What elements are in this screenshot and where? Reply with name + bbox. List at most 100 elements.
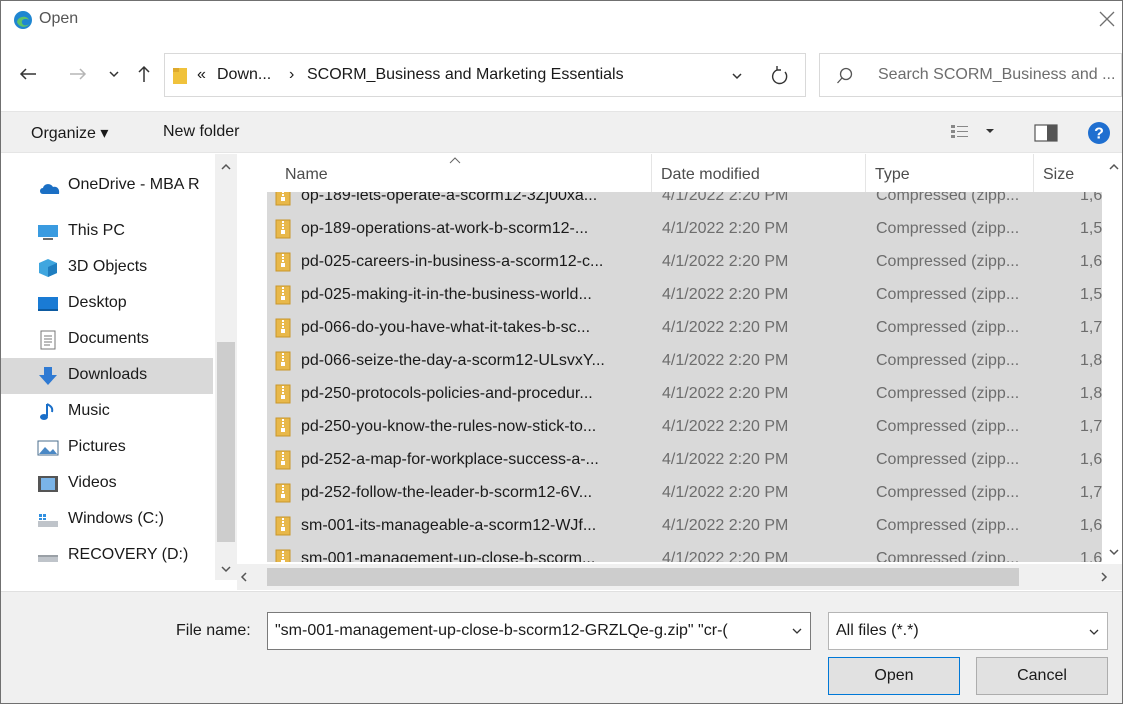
file-row[interactable]: op-189-operations-at-work-b-scorm12-... 4… (267, 213, 1102, 246)
cloud-icon (40, 184, 60, 194)
file-name: pd-066-seize-the-day-a-scorm12-ULsvxY... (301, 352, 605, 369)
file-date: 4/1/2022 2:20 PM (662, 385, 789, 402)
column-header-type[interactable]: Type (875, 166, 910, 184)
column-header-name[interactable]: Name (285, 166, 328, 184)
column-divider[interactable] (1033, 154, 1034, 192)
new-folder-button[interactable]: New folder (163, 123, 239, 141)
breadcrumb-overflow[interactable]: « (197, 66, 206, 84)
nav-item-label: Downloads (68, 366, 148, 383)
file-row[interactable]: pd-025-careers-in-business-a-scorm12-c..… (267, 246, 1102, 279)
scroll-up-icon[interactable] (1108, 162, 1120, 172)
scroll-right-icon[interactable] (1099, 571, 1109, 583)
nav-scrollbar[interactable] (215, 154, 237, 580)
nav-item-music[interactable]: Music (1, 394, 213, 430)
nav-item-label: Videos (68, 474, 117, 491)
search-placeholder: Search SCORM_Business and ... (878, 66, 1116, 83)
file-date: 4/1/2022 2:20 PM (662, 484, 789, 501)
nav-item-windows-c[interactable]: Windows (C:) (1, 502, 213, 538)
nav-item-this-pc[interactable]: This PC (1, 214, 213, 250)
file-size: 1,7 (1080, 418, 1102, 435)
nav-item-label: 3D Objects (68, 258, 148, 275)
scroll-down-icon[interactable] (220, 564, 232, 574)
view-options-icon[interactable] (950, 123, 970, 141)
address-dropdown-button[interactable] (725, 66, 749, 86)
column-divider[interactable] (651, 154, 652, 192)
command-bar: Organize ▾ New folder ? (1, 111, 1122, 153)
file-size: 1,6 (1080, 517, 1102, 534)
arrow-left-icon (19, 68, 36, 80)
help-icon[interactable]: ? (1087, 121, 1111, 145)
up-button[interactable] (131, 59, 157, 89)
close-icon[interactable] (1095, 7, 1119, 31)
file-name-input[interactable]: "sm-001-management-up-close-b-scorm12-GR… (267, 612, 811, 650)
scroll-up-icon[interactable] (220, 162, 232, 172)
file-row[interactable]: sm-001-management-up-close-b-scorm... 4/1… (267, 543, 1102, 562)
file-row[interactable]: pd-250-you-know-the-rules-now-stick-to..… (267, 411, 1102, 444)
zip-folder-icon (275, 285, 291, 305)
nav-item-3d-objects[interactable]: 3D Objects (1, 250, 213, 286)
file-name-value: "sm-001-management-up-close-b-scorm12-GR… (275, 622, 728, 639)
nav-item-documents[interactable]: Documents (1, 322, 213, 358)
search-input[interactable]: Search SCORM_Business and ... (819, 53, 1122, 97)
file-type: Compressed (zipp... (876, 319, 1020, 336)
file-row[interactable]: pd-066-seize-the-day-a-scorm12-ULsvxY...… (267, 345, 1102, 378)
column-header-size[interactable]: Size (1043, 166, 1074, 184)
desktop-icon (38, 297, 58, 311)
svg-text:?: ? (1094, 126, 1104, 143)
file-list-scrollbar[interactable] (1105, 154, 1122, 564)
scroll-left-icon[interactable] (239, 571, 249, 583)
nav-item-videos[interactable]: Videos (1, 466, 213, 502)
organize-button[interactable]: Organize ▾ (31, 123, 108, 143)
file-type: Compressed (zipp... (876, 484, 1020, 501)
file-date: 4/1/2022 2:20 PM (662, 220, 789, 237)
column-header-date[interactable]: Date modified (661, 166, 760, 184)
file-list: Name Date modified Type Size op-189-lets… (237, 154, 1122, 564)
title-bar: Open (1, 1, 1122, 39)
back-button[interactable] (15, 59, 41, 89)
file-type-select[interactable]: All files (*.*) (828, 612, 1108, 650)
navigation-pane: OneDrive - MBA R This PC 3D Objects Desk… (1, 154, 237, 580)
arrow-right-icon (70, 68, 87, 80)
refresh-icon[interactable] (768, 64, 792, 88)
breadcrumb-current-folder[interactable]: SCORM_Business and Marketing Essentials (307, 66, 624, 84)
column-divider[interactable] (865, 154, 866, 192)
zip-folder-icon (275, 483, 291, 503)
zip-folder-icon (275, 417, 291, 437)
open-button[interactable]: Open (828, 657, 960, 695)
file-size: 1,7 (1080, 484, 1102, 501)
nav-scroll-thumb[interactable] (217, 342, 235, 542)
file-name: sm-001-management-up-close-b-scorm... (301, 550, 596, 562)
nav-item-recovery-d[interactable]: RECOVERY (D:) (1, 538, 213, 574)
file-row[interactable]: pd-066-do-you-have-what-it-takes-b-sc...… (267, 312, 1102, 345)
file-row[interactable]: op-189-lets-operate-a-scorm12-3Zj00xa...… (267, 192, 1102, 213)
file-row[interactable]: pd-252-a-map-for-workplace-success-a-...… (267, 444, 1102, 477)
horizontal-scroll-thumb[interactable] (267, 568, 1019, 586)
file-type: Compressed (zipp... (876, 352, 1020, 369)
address-bar[interactable]: « Down... › SCORM_Business and Marketing… (164, 53, 806, 97)
nav-item-downloads[interactable]: Downloads (1, 358, 213, 394)
chevron-down-icon (109, 71, 119, 78)
forward-button[interactable] (65, 59, 91, 89)
nav-item-label: OneDrive - MBA R (68, 176, 200, 193)
file-row[interactable]: sm-001-its-manageable-a-scorm12-WJf... 4/… (267, 510, 1102, 543)
edge-browser-icon (14, 11, 32, 29)
file-date: 4/1/2022 2:20 PM (662, 192, 789, 204)
file-row[interactable]: pd-250-protocols-policies-and-procedur..… (267, 378, 1102, 411)
nav-item-label: Windows (C:) (68, 510, 165, 527)
breadcrumb-downloads[interactable]: Down... (217, 66, 271, 84)
file-row[interactable]: pd-025-making-it-in-the-business-world..… (267, 279, 1102, 312)
file-row[interactable]: pd-252-follow-the-leader-b-scorm12-6V...… (267, 477, 1102, 510)
chevron-down-icon[interactable] (984, 125, 996, 137)
nav-item-desktop[interactable]: Desktop (1, 286, 213, 322)
preview-pane-icon[interactable] (1034, 124, 1058, 142)
nav-item-onedrive[interactable]: OneDrive - MBA R (1, 168, 213, 204)
chevron-down-icon[interactable] (790, 624, 804, 638)
horizontal-scrollbar[interactable] (237, 564, 1122, 590)
nav-item-pictures[interactable]: Pictures (1, 430, 213, 466)
scroll-down-icon[interactable] (1108, 547, 1120, 557)
zip-folder-icon (275, 192, 291, 206)
file-size: 1,6 (1080, 192, 1102, 204)
cancel-button[interactable]: Cancel (976, 657, 1108, 695)
recent-locations-button[interactable] (101, 59, 127, 89)
file-name: pd-025-careers-in-business-a-scorm12-c..… (301, 253, 604, 270)
